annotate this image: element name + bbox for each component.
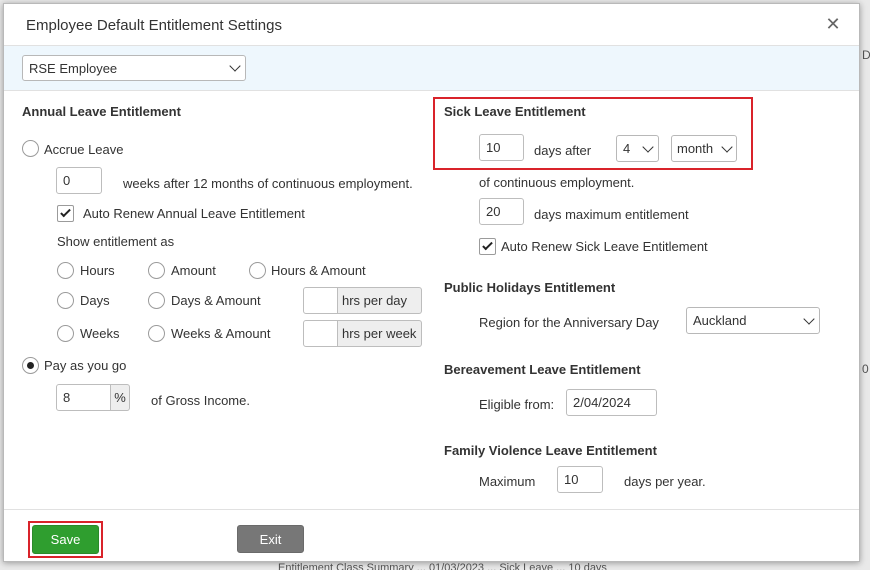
chevron-down-icon: [642, 140, 654, 153]
weeks-amount-radio[interactable]: [148, 325, 165, 342]
accrue-leave-label: Accrue Leave: [44, 142, 124, 157]
region-label: Region for the Anniversary Day: [479, 315, 659, 330]
days-label: Days: [80, 293, 110, 308]
pay-as-you-go-label: Pay as you go: [44, 358, 127, 373]
region-value: Auckland: [693, 313, 747, 328]
weeks-input[interactable]: 0: [56, 167, 102, 194]
save-button[interactable]: Save: [32, 525, 99, 554]
days-after-text: days after: [534, 143, 592, 158]
hours-radio[interactable]: [57, 262, 74, 279]
public-holidays-header: Public Holidays Entitlement: [444, 280, 616, 295]
hrs-per-week-addon: hrs per week: [338, 320, 422, 347]
weeks-radio[interactable]: [57, 325, 74, 342]
payg-percent-input[interactable]: 8: [56, 384, 111, 411]
sick-period-value: 4: [623, 141, 631, 156]
days-per-year-text: days per year.: [624, 474, 706, 489]
gross-income-text: of Gross Income.: [151, 393, 250, 408]
auto-renew-sick-label: Auto Renew Sick Leave Entitlement: [501, 239, 708, 254]
amount-radio[interactable]: [148, 262, 165, 279]
close-icon[interactable]: ✕: [822, 13, 844, 35]
background-text: D: [862, 48, 870, 62]
pay-as-you-go-radio[interactable]: [22, 357, 39, 374]
sick-days-input[interactable]: 10: [479, 134, 524, 161]
show-entitlement-label: Show entitlement as: [57, 234, 175, 249]
checkmark-icon: [482, 239, 493, 251]
weeks-label: Weeks: [80, 326, 120, 341]
auto-renew-annual-checkbox[interactable]: [57, 205, 74, 222]
family-max-label: Maximum: [479, 474, 536, 489]
hrs-per-day-input[interactable]: [303, 287, 338, 314]
chevron-down-icon: [803, 312, 815, 325]
dialog-footer: Save Exit: [4, 509, 859, 561]
hours-amount-label: Hours & Amount: [271, 263, 366, 278]
auto-renew-annual-label: Auto Renew Annual Leave Entitlement: [83, 206, 305, 221]
employee-type-value: RSE Employee: [29, 60, 118, 76]
sick-unit-value: month: [677, 141, 714, 156]
auto-renew-sick-checkbox[interactable]: [479, 238, 496, 255]
chevron-down-icon: [229, 60, 241, 72]
family-max-input[interactable]: 10: [557, 466, 603, 493]
hrs-per-day-addon: hrs per day: [338, 287, 422, 314]
family-violence-header: Family Violence Leave Entitlement: [444, 443, 657, 458]
sick-max-input[interactable]: 20: [479, 198, 524, 225]
exit-button[interactable]: Exit: [237, 525, 304, 553]
eligible-from-input[interactable]: 2/04/2024: [566, 389, 657, 416]
hours-label: Hours: [80, 263, 115, 278]
amount-label: Amount: [171, 263, 216, 278]
continuous-employment-text: of continuous employment.: [479, 175, 635, 190]
background-text: Entitlement Class Summary ... 01/03/2023…: [278, 562, 607, 570]
hours-amount-radio[interactable]: [249, 262, 266, 279]
accrue-leave-radio[interactable]: [22, 140, 39, 157]
employee-type-select[interactable]: RSE Employee: [22, 55, 246, 81]
entitlement-settings-dialog: Employee Default Entitlement Settings ✕ …: [3, 3, 860, 562]
sick-period-select[interactable]: 4: [616, 135, 659, 162]
days-amount-label: Days & Amount: [171, 293, 261, 308]
bereavement-header: Bereavement Leave Entitlement: [444, 362, 641, 377]
background-text: 0: [862, 362, 869, 376]
hrs-per-week-input[interactable]: [303, 320, 338, 347]
checkmark-icon: [60, 206, 71, 218]
annual-leave-header: Annual Leave Entitlement: [22, 104, 181, 119]
sick-unit-select[interactable]: month: [671, 135, 737, 162]
percent-addon: %: [111, 384, 130, 411]
region-select[interactable]: Auckland: [686, 307, 820, 334]
weeks-amount-label: Weeks & Amount: [171, 326, 271, 341]
days-radio[interactable]: [57, 292, 74, 309]
eligible-from-label: Eligible from:: [479, 397, 555, 412]
dialog-title: Employee Default Entitlement Settings: [26, 17, 282, 34]
days-amount-radio[interactable]: [148, 292, 165, 309]
chevron-down-icon: [721, 140, 733, 153]
sick-leave-header: Sick Leave Entitlement: [444, 104, 586, 119]
max-entitlement-text: days maximum entitlement: [534, 207, 689, 222]
weeks-text: weeks after 12 months of continuous empl…: [123, 176, 413, 191]
employee-type-bar: RSE Employee: [4, 45, 859, 91]
